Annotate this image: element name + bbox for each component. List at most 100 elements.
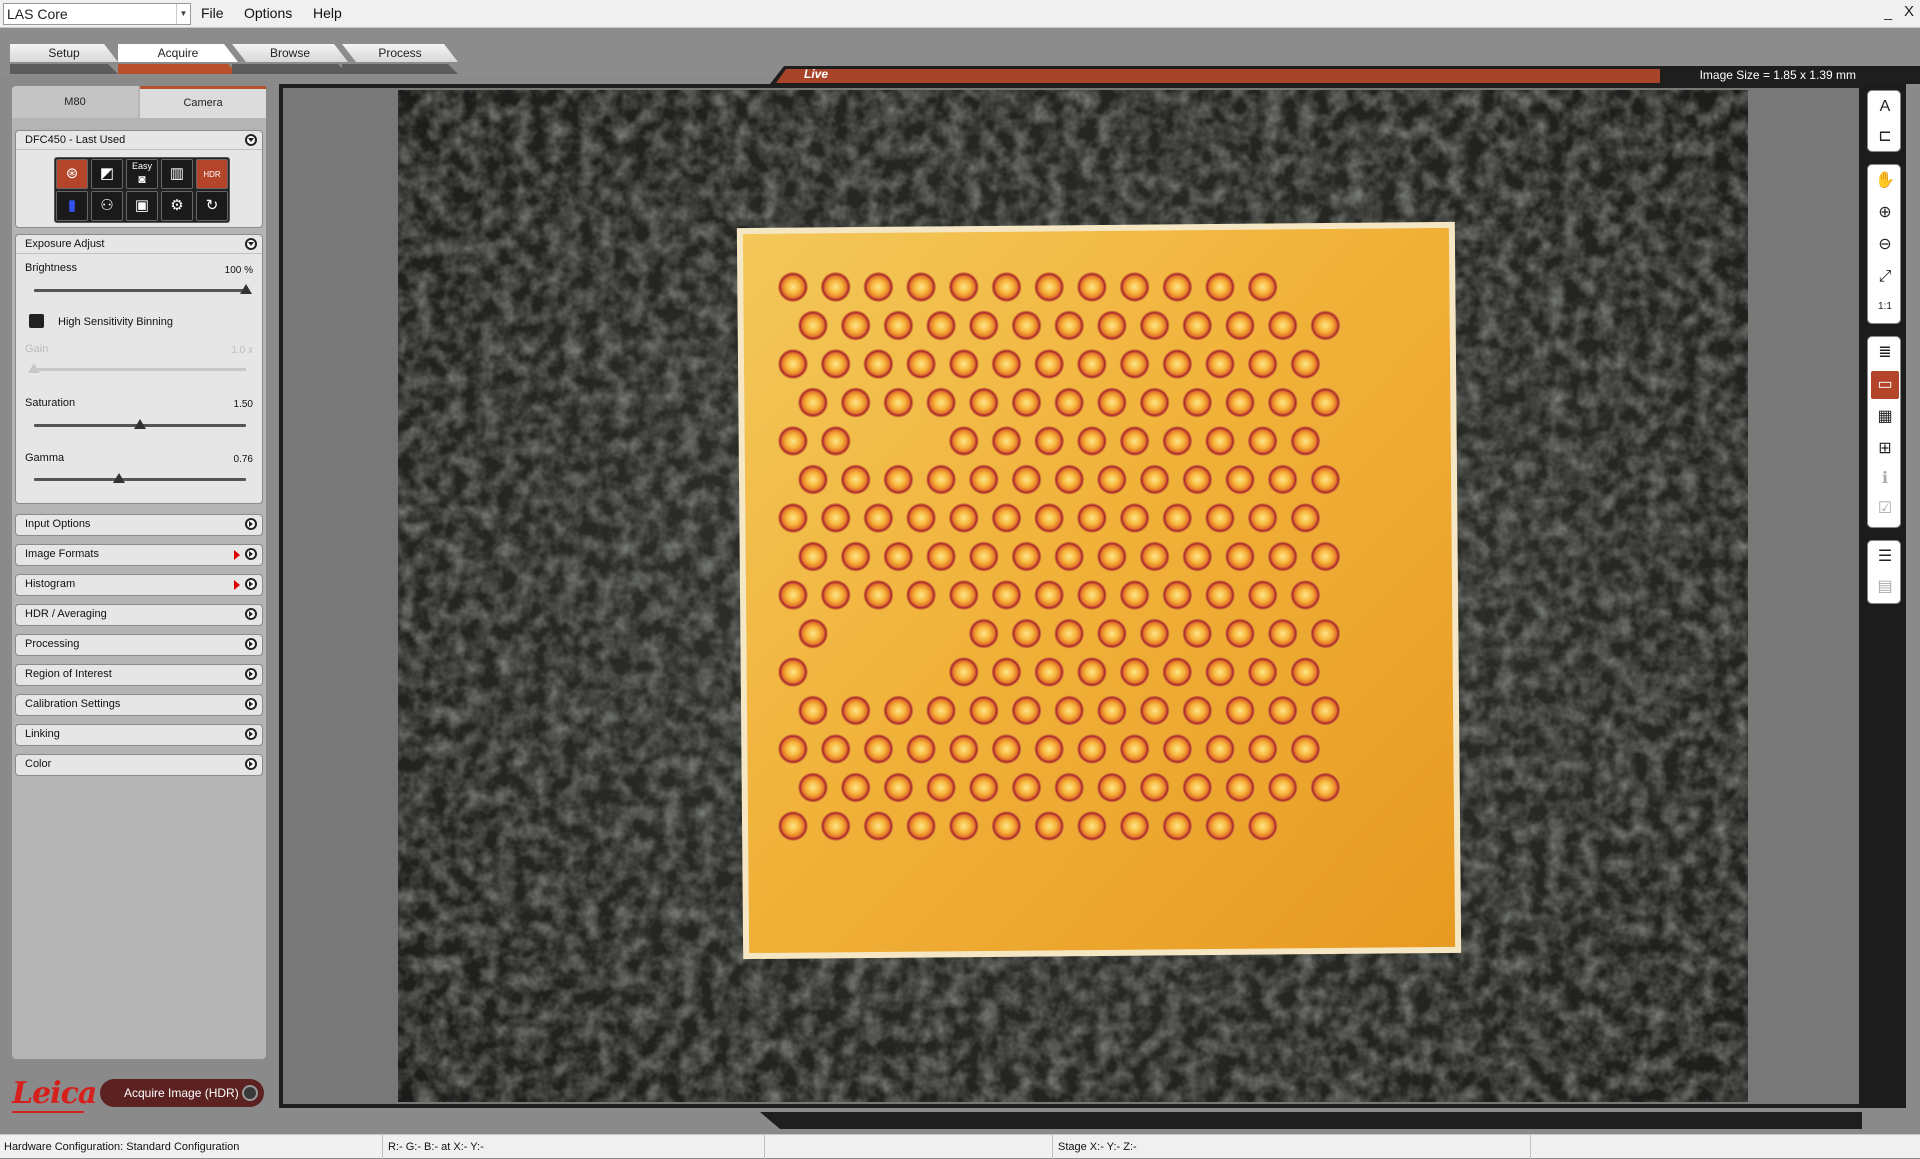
solder-pad <box>1119 734 1150 764</box>
solder-pad <box>1096 387 1127 418</box>
status-divider <box>382 1135 383 1159</box>
menu-file[interactable]: File <box>201 5 224 21</box>
minimize-icon[interactable]: _ <box>1884 4 1892 20</box>
panel-tab-camera[interactable]: Camera <box>140 86 266 118</box>
brightness-slider-thumb[interactable] <box>240 284 252 294</box>
refresh-icon[interactable]: ↻ <box>196 191 228 221</box>
color-channels-icon[interactable]: ⚇ <box>91 191 123 221</box>
solder-pad <box>883 772 914 803</box>
solder-pad <box>1225 310 1255 341</box>
expand-icon[interactable] <box>245 638 257 650</box>
save-icon[interactable]: ▤ <box>1871 573 1899 601</box>
calibration-settings-section[interactable]: Calibration Settings <box>15 694 263 716</box>
tab-setup[interactable]: Setup <box>10 44 118 62</box>
collapse-icon[interactable] <box>245 238 257 250</box>
tab-browse[interactable]: Browse <box>232 44 348 62</box>
pan-hand-icon[interactable]: ✋ <box>1871 167 1899 195</box>
histogram-label: Histogram <box>25 578 76 590</box>
camera-section-header[interactable]: DFC450 - Last Used <box>16 131 262 150</box>
region-of-interest-section[interactable]: Region of Interest <box>15 664 263 686</box>
annotate-icon[interactable]: A <box>1871 93 1899 121</box>
adjust-icon[interactable]: ⚙ <box>161 191 193 221</box>
tab-process[interactable]: Process <box>342 44 458 62</box>
brightness-slider[interactable] <box>34 284 252 294</box>
histogram-header[interactable]: Histogram <box>16 575 262 594</box>
gain-slider-thumb <box>28 363 40 373</box>
menu-options[interactable]: Options <box>244 5 292 21</box>
aperture-icon[interactable]: ⊛ <box>56 159 88 189</box>
exposure-icon[interactable]: ◩ <box>91 159 123 189</box>
expand-icon[interactable] <box>245 518 257 530</box>
input-options-header[interactable]: Input Options <box>16 515 262 534</box>
single-view-icon[interactable]: ▭ <box>1871 371 1899 399</box>
table-view-icon[interactable]: ▦ <box>1871 403 1899 431</box>
close-icon[interactable]: X <box>1904 3 1914 20</box>
solder-pad <box>1054 695 1085 726</box>
expand-icon[interactable] <box>245 608 257 620</box>
solder-pad <box>1310 695 1341 726</box>
expand-icon[interactable] <box>245 758 257 770</box>
zoom-in-icon[interactable]: ⊕ <box>1871 199 1899 227</box>
saturation-slider[interactable] <box>34 419 246 429</box>
frame-icon[interactable]: ▣ <box>126 191 158 221</box>
high-sensitivity-binning-checkbox[interactable] <box>29 314 44 328</box>
color-section[interactable]: Color <box>15 754 263 776</box>
color-label: Color <box>25 758 52 770</box>
exposure-adjust-header[interactable]: Exposure Adjust <box>16 235 262 254</box>
color-balance-icon[interactable]: ▮ <box>56 191 88 221</box>
region-of-interest-header[interactable]: Region of Interest <box>16 665 262 684</box>
list-collapse-icon[interactable]: ☰ <box>1871 543 1899 571</box>
live-microscope-image[interactable] <box>398 90 1748 1102</box>
expand-icon[interactable] <box>245 728 257 740</box>
image-area[interactable] <box>281 88 1861 1104</box>
gamma-slider-thumb[interactable] <box>112 473 125 483</box>
info-icon[interactable]: ℹ <box>1871 465 1899 493</box>
expand-icon[interactable] <box>245 548 257 560</box>
solder-pad <box>798 772 828 803</box>
chevron-down-icon[interactable]: ▼ <box>176 4 190 24</box>
tree-icon[interactable]: ⊏ <box>1871 123 1899 151</box>
expand-icon[interactable] <box>245 698 257 710</box>
easy-camera-icon[interactable]: Easy ◙ <box>126 159 158 189</box>
solder-pad <box>778 426 808 456</box>
hdr-icon[interactable]: HDR <box>196 159 228 189</box>
app-selector[interactable]: LAS Core ▼ <box>3 3 191 25</box>
fit-to-window-icon[interactable]: ⤢ <box>1871 263 1899 291</box>
solder-pad <box>883 310 914 341</box>
solder-pad <box>1225 464 1255 495</box>
calibration-settings-header[interactable]: Calibration Settings <box>16 695 262 714</box>
acquire-image-button[interactable]: Acquire Image (HDR) <box>100 1079 264 1107</box>
tab-acquire[interactable]: Acquire <box>118 44 238 62</box>
saturation-slider-thumb[interactable] <box>134 419 146 429</box>
processing-section[interactable]: Processing <box>15 634 263 656</box>
expand-icon[interactable] <box>245 578 257 590</box>
hdr-averaging-header[interactable]: HDR / Averaging <box>16 605 262 624</box>
input-options-section[interactable]: Input Options <box>15 514 263 536</box>
linking-section[interactable]: Linking <box>15 724 263 746</box>
solder-pad <box>1310 387 1341 418</box>
image-formats-header[interactable]: Image Formats <box>16 545 262 564</box>
menu-help[interactable]: Help <box>313 5 342 21</box>
hdr-averaging-section[interactable]: HDR / Averaging <box>15 604 263 626</box>
document-view-icon[interactable]: ≣ <box>1871 339 1899 367</box>
actual-size-icon[interactable]: 1:1 <box>1871 293 1899 321</box>
color-header[interactable]: Color <box>16 755 262 774</box>
solder-pad <box>840 464 871 495</box>
solder-pad <box>1139 387 1170 418</box>
histogram-section[interactable]: Histogram <box>15 574 263 596</box>
expand-icon[interactable] <box>245 668 257 680</box>
collapse-icon[interactable] <box>245 134 257 146</box>
panel-tab-m80[interactable]: M80 <box>12 86 138 118</box>
gamma-slider[interactable] <box>34 473 246 483</box>
camera-settings-icon[interactable]: ▥ <box>161 159 193 189</box>
solder-pad <box>1247 580 1278 610</box>
solder-pad <box>1011 387 1042 418</box>
processing-header[interactable]: Processing <box>16 635 262 654</box>
solder-pad <box>1076 503 1107 533</box>
solder-pad <box>1034 580 1065 610</box>
image-formats-section[interactable]: Image Formats <box>15 544 263 566</box>
linking-header[interactable]: Linking <box>16 725 262 744</box>
zoom-out-icon[interactable]: ⊖ <box>1871 231 1899 259</box>
checklist-icon[interactable]: ☑ <box>1871 495 1899 523</box>
grid-view-icon[interactable]: ⊞ <box>1871 435 1899 463</box>
